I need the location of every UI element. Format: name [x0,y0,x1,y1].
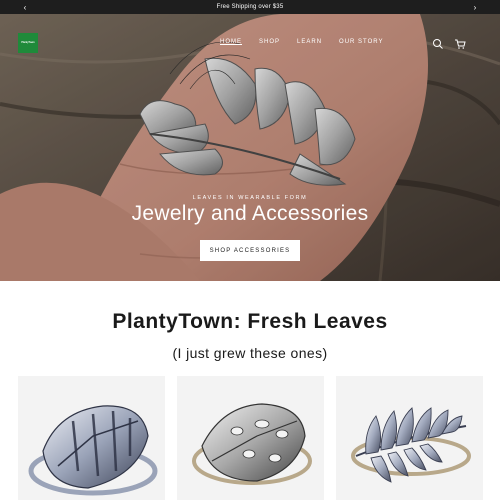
fern-leaf-ring-image [351,407,471,483]
cart-icon[interactable] [454,37,466,49]
section-title: PlantyTown: Fresh Leaves [112,310,388,333]
hero-banner: PlantyTown HOME SHOP LEARN OUR STORY LEA… [0,14,500,281]
shop-accessories-button[interactable]: SHOP ACCESSORIES [200,240,300,261]
hero-kicker: LEAVES IN WEARABLE FORM [192,195,308,201]
product-card-1[interactable] [18,376,165,500]
brand-logo[interactable]: PlantyTown [18,33,38,53]
section-subtitle: (I just grew these ones) [172,345,328,361]
nav-shop[interactable]: SHOP [259,39,280,45]
announcement-bar: ‹ Free Shipping over $35 › [0,0,500,14]
hero-title: Jewelry and Accessories [131,202,369,225]
logo-text: PlantyTown [21,40,35,44]
nav-home[interactable]: HOME [220,39,242,45]
announcement-message: Free Shipping over $35 [216,4,284,10]
split-leaf-ring-image [192,403,312,485]
search-icon[interactable] [432,37,444,49]
main-nav: HOME SHOP LEARN OUR STORY [220,39,383,45]
monstera-leaf-ring-image [28,405,158,496]
product-card-3[interactable] [336,376,483,500]
chevron-right-icon[interactable]: › [468,0,482,14]
nav-our-story[interactable]: OUR STORY [339,39,383,45]
chevron-left-icon[interactable]: ‹ [18,0,32,14]
product-card-2[interactable] [177,376,324,500]
nav-learn[interactable]: LEARN [297,39,322,45]
